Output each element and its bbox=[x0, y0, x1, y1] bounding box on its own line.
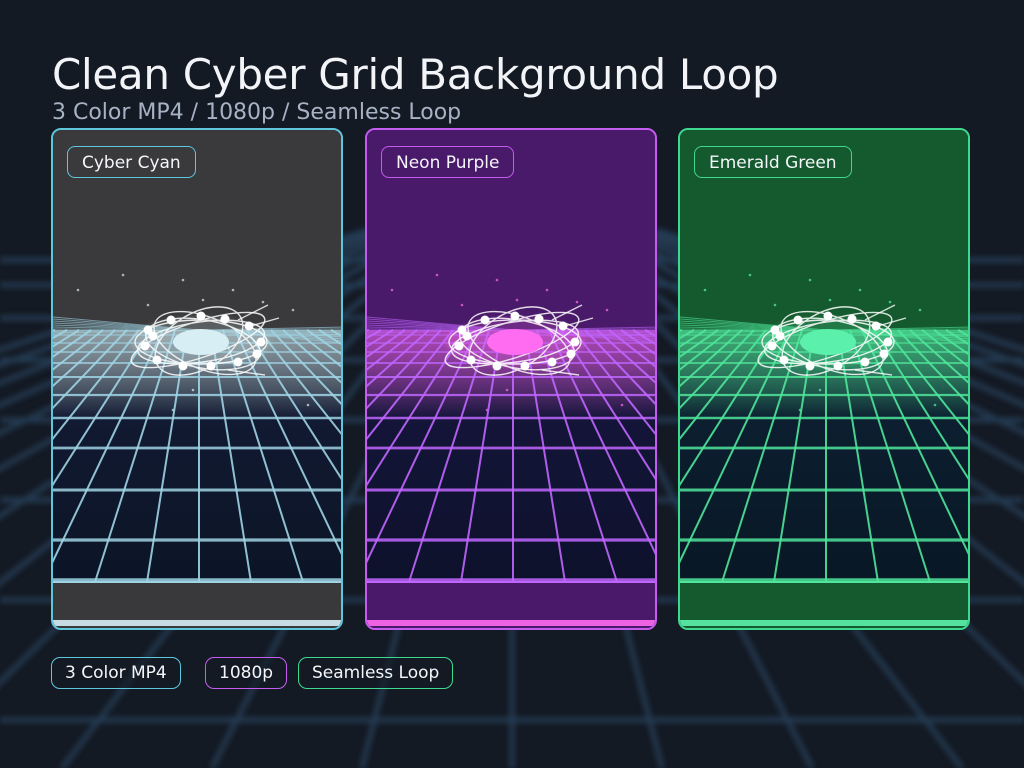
emblem-core bbox=[487, 329, 543, 355]
page-subtitle: 3 Color MP4 / 1080p / Seamless Loop bbox=[52, 100, 462, 125]
page-title: Clean Cyber Grid Background Loop bbox=[52, 50, 779, 99]
emblem-core bbox=[173, 329, 229, 355]
chip-3-color-mp4: 3 Color MP4 bbox=[51, 657, 181, 689]
preview-panel-emerald-green[interactable]: Emerald Green bbox=[678, 128, 970, 630]
emblem-core bbox=[800, 329, 856, 355]
panel-base-strip bbox=[367, 620, 655, 626]
panel-base-strip bbox=[53, 620, 341, 626]
preview-panel-neon-purple[interactable]: Neon Purple bbox=[365, 128, 657, 630]
panel-label-neon-purple: Neon Purple bbox=[381, 146, 515, 178]
panel-label-cyber-cyan: Cyber Cyan bbox=[67, 146, 196, 178]
chip-seamless-loop: Seamless Loop bbox=[298, 657, 454, 689]
purple-grid-preview bbox=[367, 130, 655, 628]
chip-1080p: 1080p bbox=[205, 657, 288, 689]
cyan-grid-preview bbox=[53, 130, 341, 628]
panel-label-emerald-green: Emerald Green bbox=[694, 146, 852, 178]
preview-panel-cyber-cyan[interactable]: Cyber Cyan bbox=[51, 128, 343, 630]
panel-base-strip bbox=[680, 620, 968, 626]
green-grid-preview bbox=[680, 130, 968, 628]
